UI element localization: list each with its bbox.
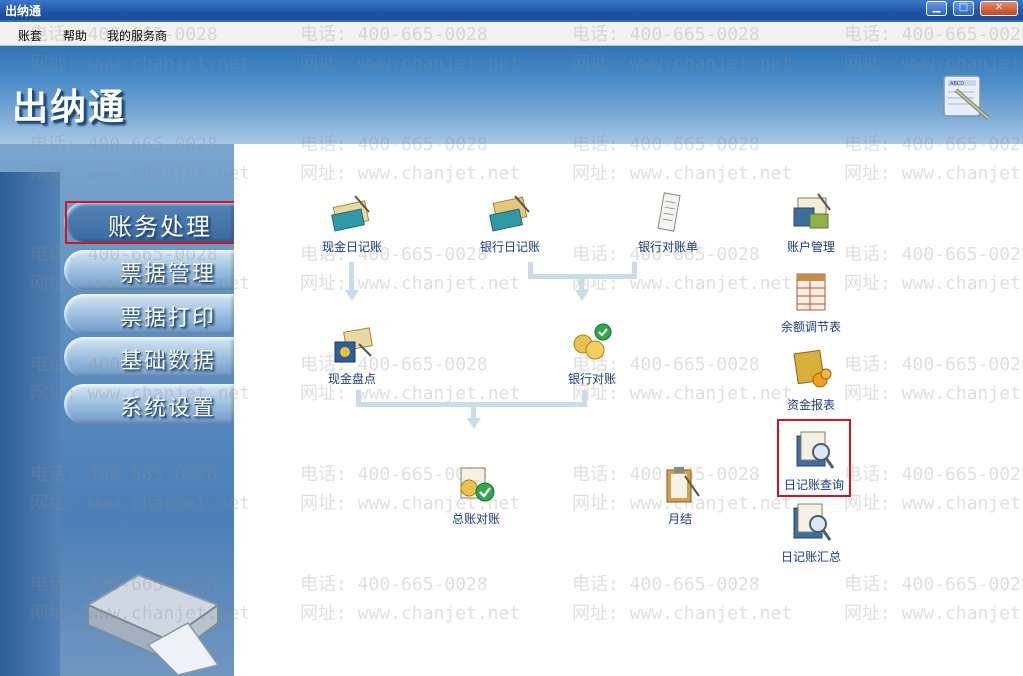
- flow-arrow: [467, 418, 481, 429]
- module-cash-count[interactable]: 现金盘点: [292, 322, 412, 387]
- menu-item-service-provider[interactable]: 我的服务商: [107, 27, 167, 44]
- flow-line: [349, 262, 354, 290]
- app-title: 出纳通: [12, 86, 127, 128]
- module-bank-statement[interactable]: 银行对账单: [608, 190, 728, 255]
- sidebar-item-bill-management[interactable]: 票据管理: [64, 250, 234, 290]
- sidebar-item-bill-printing[interactable]: 票据打印: [64, 294, 234, 334]
- title-bar: 出纳通 ▁ □ ✕: [0, 0, 1023, 20]
- close-icon[interactable]: ✕: [980, 1, 1018, 16]
- module-label: 账户管理: [786, 240, 835, 254]
- module-general-ledger-reconciliation[interactable]: 总账对账: [416, 462, 536, 527]
- flow-line: [579, 274, 584, 290]
- module-label: 现金日记账: [321, 240, 382, 254]
- sidebar-item-label: 票据管理: [119, 262, 216, 287]
- sidebar-item-label: 系统设置: [119, 396, 216, 421]
- module-bank-reconciliation[interactable]: 银行对账: [532, 322, 652, 387]
- module-balance-adjustment[interactable]: 余额调节表: [751, 270, 871, 335]
- module-fund-report[interactable]: 资金报表: [751, 348, 871, 413]
- flow-arrow: [575, 290, 589, 301]
- cash-count-icon: [334, 327, 373, 363]
- maximize-icon[interactable]: □: [953, 1, 974, 16]
- window-title: 出纳通: [5, 4, 42, 18]
- bank-reconcile-icon: [573, 323, 612, 360]
- module-month-end[interactable]: 月结: [620, 462, 740, 527]
- sidebar-item-basic-data[interactable]: 基础数据: [64, 337, 234, 377]
- minimize-icon[interactable]: ▁: [926, 1, 947, 16]
- fund-report-icon: [793, 349, 832, 388]
- ledger-table-icon: [796, 273, 826, 311]
- flow-arrow: [345, 290, 359, 301]
- menu-bar: 账套 帮助 我的服务商: [0, 22, 1023, 46]
- sidebar-item-system-settings[interactable]: 系统设置: [64, 384, 234, 424]
- gl-reconcile-icon: [460, 467, 495, 502]
- module-label: 银行对账: [567, 372, 616, 386]
- selected-module-highlight: [777, 419, 851, 497]
- sidebar-item-label: 票据打印: [119, 306, 216, 331]
- sidebar-strip: [0, 172, 60, 676]
- module-label: 日记账汇总: [780, 550, 841, 564]
- journal-summary-icon: [793, 503, 832, 541]
- module-cash-journal[interactable]: 现金日记账: [292, 190, 412, 255]
- flow-line: [471, 402, 476, 418]
- module-label: 月结: [667, 512, 692, 526]
- menu-item-account-set[interactable]: 账套: [18, 27, 42, 44]
- module-label: 总账对账: [451, 512, 500, 526]
- account-book-icon: [793, 193, 831, 229]
- scroll-document-icon: [657, 192, 681, 232]
- menu-item-help[interactable]: 帮助: [63, 27, 87, 44]
- module-label: 银行日记账: [479, 240, 540, 254]
- module-label: 现金盘点: [327, 372, 376, 386]
- abcd-notebook-pen-icon: ABCD: [943, 75, 990, 120]
- module-label: 银行对账单: [637, 240, 698, 254]
- active-item-highlight: [65, 201, 236, 244]
- sidebar-item-label: 基础数据: [119, 349, 216, 374]
- module-label: 资金报表: [786, 398, 835, 412]
- month-end-clipboard-icon: [666, 467, 700, 503]
- cash-journal-icon: [331, 195, 370, 232]
- app-header: [0, 47, 1023, 144]
- module-bank-journal[interactable]: 银行日记账: [450, 190, 570, 255]
- module-journal-summary[interactable]: 日记账汇总: [751, 500, 871, 565]
- svg-text:ABCD: ABCD: [950, 81, 964, 87]
- printer-icon: [85, 573, 221, 675]
- module-label: 余额调节表: [780, 320, 841, 334]
- bank-journal-icon: [489, 195, 530, 232]
- module-account-management[interactable]: 账户管理: [751, 190, 871, 255]
